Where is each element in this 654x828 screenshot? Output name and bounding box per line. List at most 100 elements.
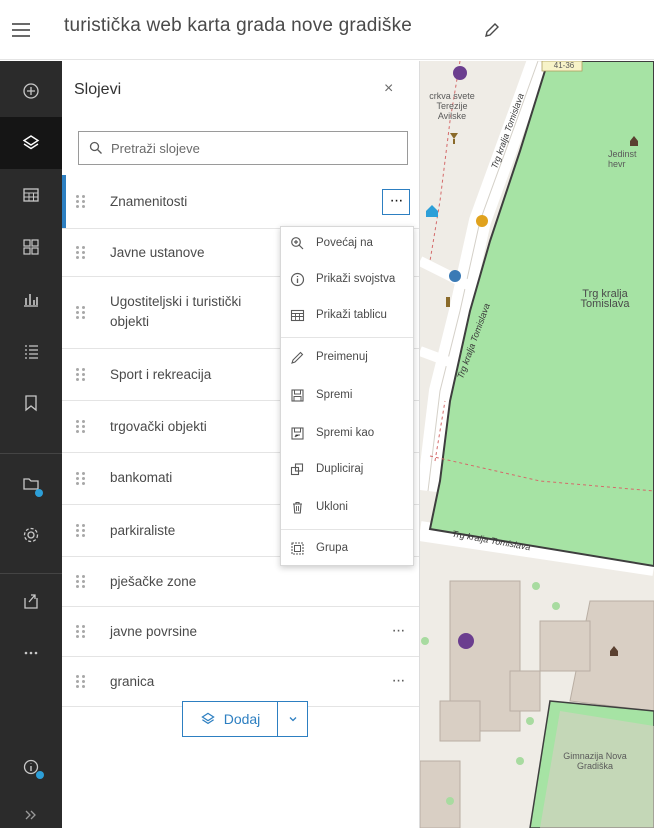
media-action[interactable] xyxy=(0,457,62,509)
layers-icon xyxy=(22,135,40,150)
close-icon[interactable]: × xyxy=(384,80,393,98)
chevron-down-icon xyxy=(289,717,296,722)
layer-label: Znamenitosti xyxy=(110,194,188,209)
drag-handle-icon[interactable] xyxy=(76,246,86,260)
more-options-button[interactable]: ··· xyxy=(382,189,410,215)
add-icon xyxy=(23,83,39,99)
church-marker xyxy=(458,633,474,649)
basemap-icon xyxy=(23,239,39,255)
share-action[interactable] xyxy=(0,575,62,627)
map-view[interactable]: crkva svete Terezije Avilske Jedinst hev… xyxy=(420,61,654,828)
layer-label: bankomati xyxy=(110,470,173,485)
settings-action[interactable] xyxy=(0,509,62,561)
more-options-button[interactable]: ··· xyxy=(384,670,412,696)
save-icon xyxy=(291,389,304,402)
map-label-church: crkva svete Terezije Avilske xyxy=(429,91,475,121)
pencil-icon[interactable] xyxy=(482,20,502,40)
expand-icon xyxy=(25,810,36,819)
layers-icon xyxy=(200,712,215,725)
menu-item-properties[interactable]: Prikaži svojstva xyxy=(281,263,413,297)
table-icon xyxy=(290,309,305,322)
search-box xyxy=(78,131,408,165)
status-badge xyxy=(35,489,43,497)
drag-handle-icon[interactable] xyxy=(76,575,86,589)
drag-handle-icon[interactable] xyxy=(76,524,86,538)
add-layer-dropdown[interactable] xyxy=(277,701,308,737)
layer-options-menu: Povećaj na Prikaži svojstva Prikaži tabl… xyxy=(280,226,414,566)
menu-item-save-as[interactable]: Spremi kao xyxy=(281,417,413,451)
layer-label: granica xyxy=(110,674,155,689)
menu-item-label: Povećaj na xyxy=(316,237,373,249)
bookmark-action[interactable] xyxy=(0,377,62,429)
layer-label: Ugostiteljski i turistički objekti xyxy=(110,294,242,329)
menu-item-label: Preimenuj xyxy=(316,351,368,363)
chart-icon xyxy=(24,294,38,307)
menu-icon[interactable] xyxy=(12,21,34,39)
search-input[interactable] xyxy=(111,137,391,159)
action-bar xyxy=(0,61,62,828)
menu-item-rename[interactable]: Preimenuj xyxy=(281,341,413,375)
bar-marker xyxy=(450,133,458,144)
menu-item-zoom-to[interactable]: Povećaj na xyxy=(281,227,413,261)
more-action[interactable] xyxy=(0,627,62,679)
drag-handle-icon[interactable] xyxy=(76,675,86,689)
more-options-button[interactable]: ··· xyxy=(384,620,412,646)
menu-item-label: Spremi xyxy=(316,389,353,401)
layer-label: parkiraliste xyxy=(110,523,176,538)
poi-marker xyxy=(476,215,488,227)
map-canvas xyxy=(420,61,654,828)
expand-action[interactable] xyxy=(0,801,62,828)
layer-label: Javne ustanove xyxy=(110,245,205,260)
add-layer-label: Dodaj xyxy=(223,711,261,727)
layer-item[interactable]: javne povrsine ··· xyxy=(62,607,419,657)
duplicate-icon xyxy=(290,463,304,476)
menu-item-table[interactable]: Prikaži tablicu xyxy=(281,299,413,333)
drag-handle-icon[interactable] xyxy=(76,420,86,434)
basemap-action[interactable] xyxy=(0,221,62,273)
map-label-partial: Jedinst hevr xyxy=(608,149,637,169)
share-icon xyxy=(24,594,38,609)
menu-item-label: Prikaži tablicu xyxy=(316,309,387,321)
menu-item-label: Grupa xyxy=(316,542,348,554)
zoom-to-icon xyxy=(291,237,304,250)
actionbar-divider xyxy=(0,573,62,574)
info-marker xyxy=(449,270,461,282)
layer-item[interactable]: granica ··· xyxy=(62,657,419,707)
poi-marker xyxy=(446,297,450,307)
info-action[interactable] xyxy=(0,741,62,793)
drag-handle-icon[interactable] xyxy=(76,195,86,209)
app-header: turistička web karta grada nove gradiške xyxy=(0,0,654,60)
chart-action[interactable] xyxy=(0,273,62,325)
menu-item-remove[interactable]: Ukloni xyxy=(281,491,413,525)
drag-handle-icon[interactable] xyxy=(76,472,86,486)
add-layer-button[interactable]: Dodaj xyxy=(182,701,278,737)
menu-divider xyxy=(281,337,413,338)
layer-label: javne povrsine xyxy=(110,624,198,639)
layer-label: Sport i rekreacija xyxy=(110,367,212,382)
layer-label: trgovački objekti xyxy=(110,419,207,434)
drag-handle-icon[interactable] xyxy=(76,625,86,639)
add-action[interactable] xyxy=(0,65,62,117)
app-title: turistička web karta grada nove gradiške xyxy=(64,15,413,36)
info-icon xyxy=(290,272,305,287)
status-badge xyxy=(36,771,44,779)
group-icon xyxy=(291,542,304,555)
menu-item-label: Dupliciraj xyxy=(316,463,364,475)
house-marker xyxy=(426,205,438,217)
actionbar-divider xyxy=(0,453,62,454)
layer-item[interactable]: Znamenitosti ··· xyxy=(62,175,419,229)
menu-item-duplicate[interactable]: Dupliciraj xyxy=(281,453,413,487)
layer-label: pješačke zone xyxy=(110,574,197,589)
layers-action[interactable] xyxy=(0,117,62,169)
menu-item-group[interactable]: Grupa xyxy=(281,532,413,566)
panel-title: Slojevi xyxy=(74,81,122,98)
add-layer-group: Dodaj xyxy=(182,701,308,737)
menu-item-save[interactable]: Spremi xyxy=(281,379,413,413)
table-action[interactable] xyxy=(0,169,62,221)
menu-divider xyxy=(281,529,413,530)
pencil-icon xyxy=(291,351,304,364)
drag-handle-icon[interactable] xyxy=(76,306,86,320)
drag-handle-icon[interactable] xyxy=(76,368,86,382)
more-icon xyxy=(24,651,38,655)
legend-action[interactable] xyxy=(0,325,62,377)
